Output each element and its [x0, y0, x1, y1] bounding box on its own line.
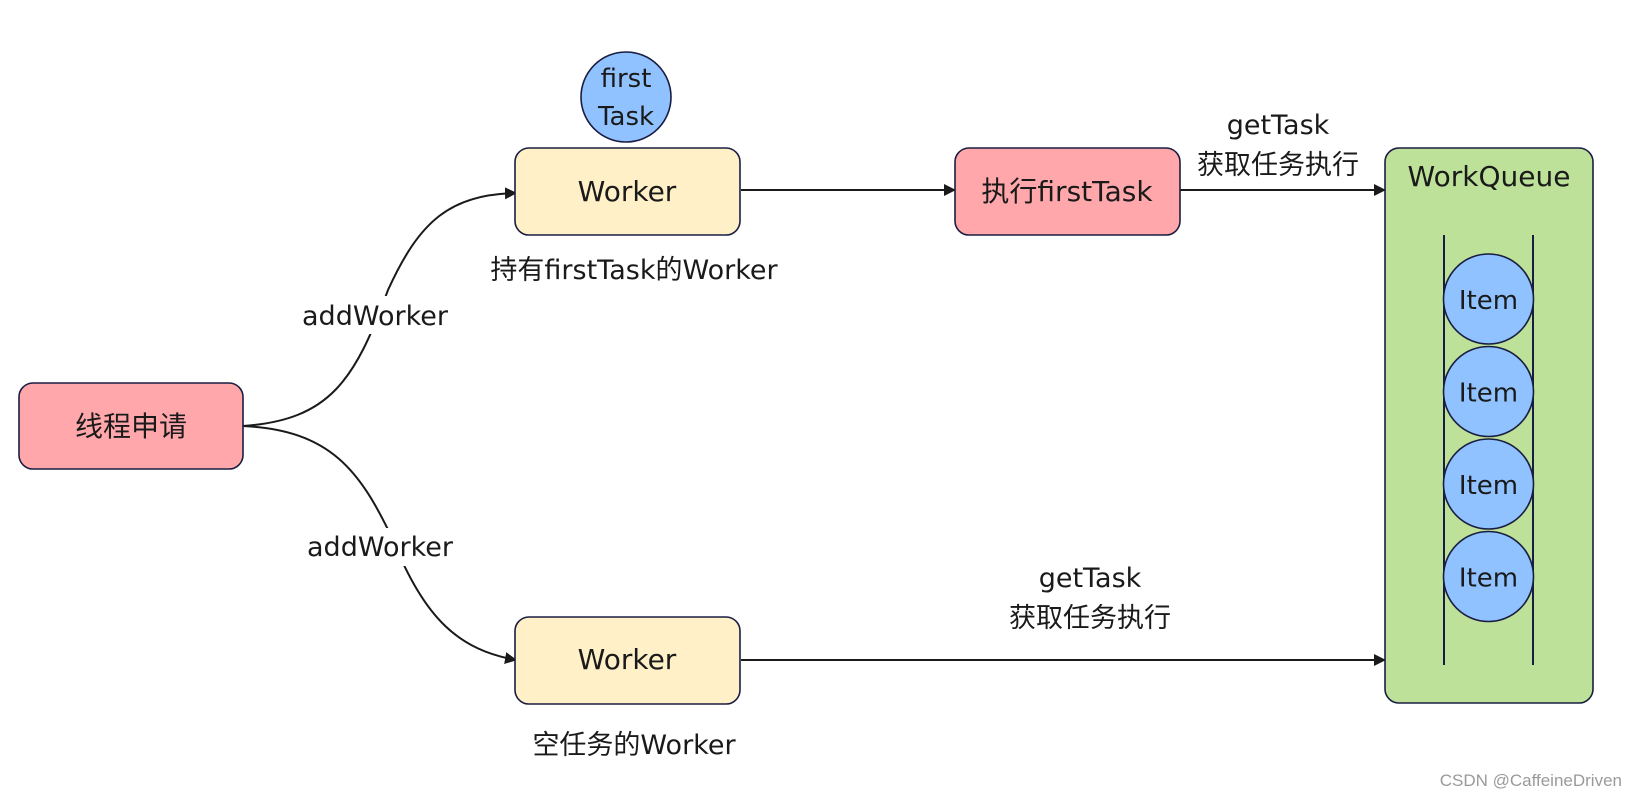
node-work-queue[interactable]: WorkQueue Item Item Item Item — [1384, 147, 1594, 704]
node-work-queue-label: WorkQueue — [1408, 160, 1571, 193]
queue-item-label: Item — [1459, 379, 1518, 409]
queue-item-label: Item — [1459, 286, 1518, 316]
queue-item-label: Item — [1459, 564, 1518, 594]
node-worker-with-task[interactable]: Worker — [514, 147, 741, 236]
queue-item[interactable]: Item — [1442, 253, 1535, 345]
caption-worker-with-task: 持有firstTask的Worker — [490, 255, 778, 286]
node-execute-first-task[interactable]: 执行firstTask — [954, 147, 1181, 236]
queue-item-label: Item — [1459, 471, 1518, 501]
edge-label-get-task-bottom-line2: 获取任务执行 — [1009, 603, 1171, 634]
edge-label-get-task-top-line2: 获取任务执行 — [1197, 150, 1359, 181]
node-thread-request[interactable]: 线程申请 — [18, 382, 244, 470]
caption-worker-empty: 空任务的Worker — [532, 730, 736, 761]
node-worker-empty[interactable]: Worker — [514, 616, 741, 705]
first-task-circle[interactable]: first Task — [580, 51, 672, 143]
watermark: CSDN @CaffeineDriven — [1440, 771, 1622, 790]
edge-label-get-task-bottom-line1: getTask — [1039, 563, 1142, 594]
edge-label-add-worker-top: addWorker — [302, 301, 449, 332]
queue-item[interactable]: Item — [1442, 530, 1535, 623]
node-execute-first-task-label: 执行firstTask — [981, 175, 1153, 208]
queue-item[interactable]: Item — [1442, 345, 1535, 438]
first-task-line1: first — [601, 64, 652, 94]
first-task-line2: Task — [597, 102, 654, 132]
node-thread-request-label: 线程申请 — [75, 410, 187, 443]
edge-label-add-worker-bottom: addWorker — [307, 532, 454, 563]
edge-label-get-task-top-line1: getTask — [1227, 110, 1330, 141]
node-worker-with-task-label: Worker — [578, 175, 677, 208]
queue-item[interactable]: Item — [1442, 438, 1535, 530]
thread-pool-diagram: addWorker addWorker getTask 获取任务执行 getTa… — [18, 51, 1622, 790]
node-worker-empty-label: Worker — [578, 643, 677, 676]
